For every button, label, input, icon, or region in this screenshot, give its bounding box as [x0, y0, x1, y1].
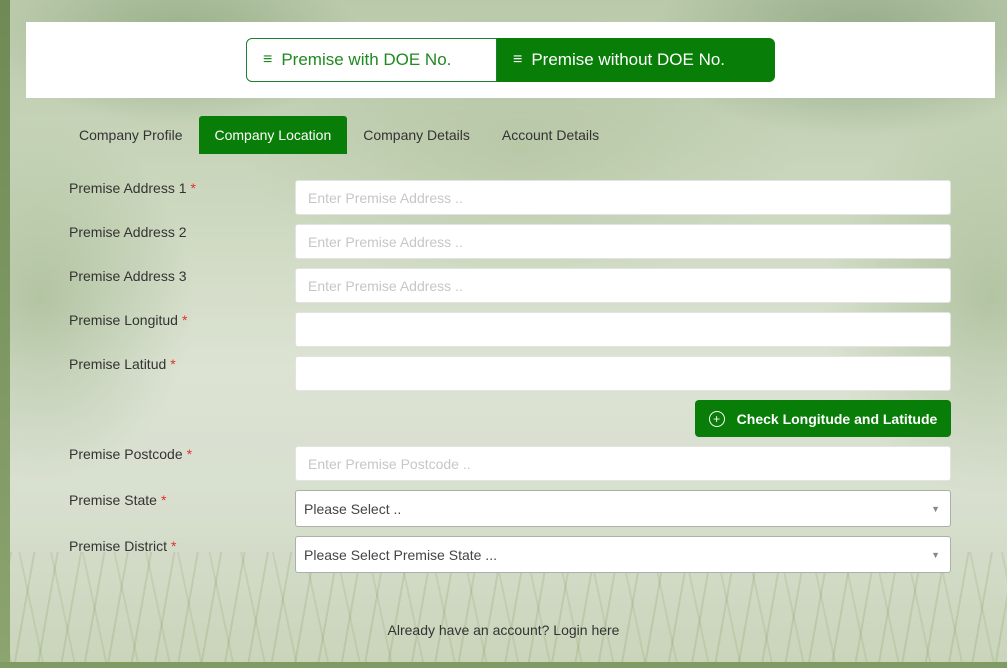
required-marker: * [160, 492, 167, 508]
check-longitude-latitude-button[interactable]: + Check Longitude and Latitude [695, 400, 951, 437]
required-marker: * [190, 180, 196, 196]
postcode-label: Premise Postcode * [69, 446, 193, 462]
plus-circle-icon: + [708, 410, 725, 427]
required-marker: * [171, 538, 177, 554]
caret-down-icon: ▼ [931, 503, 940, 514]
premise-without-doe-label: Premise without DOE No. [531, 50, 726, 69]
required-marker: * [170, 356, 176, 372]
required-marker: * [181, 312, 188, 328]
background-frame-bottom [0, 662, 1007, 668]
state-label: Premise State * [69, 492, 167, 508]
caret-down-icon: ▼ [931, 549, 940, 560]
state-select[interactable]: Please Select .. ▼ [295, 490, 951, 527]
address3-input[interactable] [295, 268, 951, 303]
background-frame [0, 0, 10, 668]
longitud-input[interactable] [295, 312, 951, 347]
district-select[interactable]: Please Select Premise State ... ▼ [295, 536, 951, 573]
tab-company-details[interactable]: Company Details [347, 116, 486, 154]
check-button-label: Check Longitude and Latitude [736, 410, 938, 427]
tab-company-profile[interactable]: Company Profile [63, 116, 199, 154]
district-label: Premise District * [69, 538, 177, 554]
address2-input[interactable] [295, 224, 951, 259]
list-icon: ≡ [513, 51, 523, 68]
postcode-input[interactable] [295, 446, 951, 481]
longitud-label: Premise Longitud * [69, 312, 188, 328]
tab-account-details[interactable]: Account Details [486, 116, 615, 154]
state-selected-value: Please Select .. [304, 500, 402, 517]
latitud-label: Premise Latitud * [69, 356, 176, 372]
address1-label: Premise Address 1 * [69, 180, 196, 196]
login-link[interactable]: Already have an account? Login here [0, 622, 1007, 638]
required-marker: * [186, 446, 193, 462]
address1-input[interactable] [295, 180, 951, 215]
premise-with-doe-button[interactable]: ≡ Premise with DOE No. [246, 38, 497, 82]
list-icon: ≡ [263, 51, 273, 68]
premise-with-doe-label: Premise with DOE No. [281, 50, 452, 69]
premise-without-doe-button[interactable]: ≡ Premise without DOE No. [497, 38, 775, 82]
latitud-input[interactable] [295, 356, 951, 391]
registration-type-card: ≡ Premise with DOE No. ≡ Premise without… [26, 22, 995, 98]
address3-label: Premise Address 3 [69, 268, 187, 284]
form-tabs: Company Profile Company Location Company… [63, 116, 615, 154]
district-selected-value: Please Select Premise State ... [304, 546, 497, 563]
tab-company-location[interactable]: Company Location [198, 116, 348, 154]
address2-label: Premise Address 2 [69, 224, 187, 240]
registration-type-toggle: ≡ Premise with DOE No. ≡ Premise without… [246, 38, 775, 82]
